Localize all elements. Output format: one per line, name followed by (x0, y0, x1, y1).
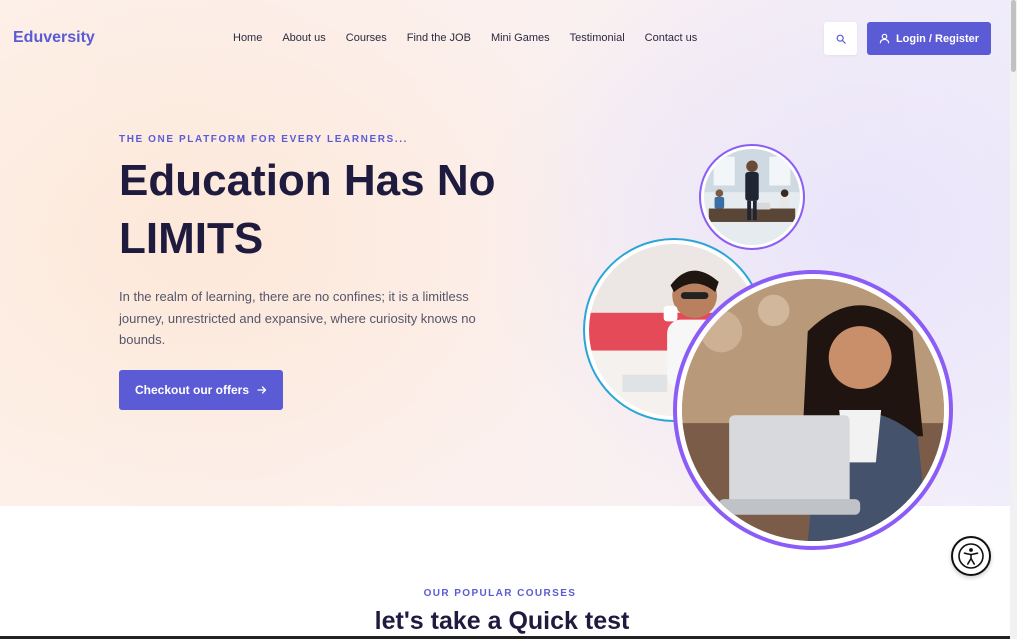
accessibility-button[interactable] (951, 536, 991, 576)
scrollbar-thumb[interactable] (1011, 0, 1016, 72)
user-icon (879, 33, 890, 44)
search-button[interactable] (824, 22, 857, 55)
search-icon (836, 34, 846, 44)
login-register-label: Login / Register (895, 32, 980, 45)
hero-title-line2: LIMITS (119, 214, 264, 263)
hero-description: In the realm of learning, there are no c… (119, 289, 476, 347)
hero-title: Education Has No LIMITS (119, 152, 539, 268)
nav-contact-us[interactable]: Contact us (645, 32, 698, 44)
site-header: Eduversity Home About us Courses Find th… (0, 0, 1010, 78)
hero-title-line1: Education Has No (119, 156, 496, 205)
site-logo[interactable]: Eduversity (13, 29, 95, 47)
login-register-button[interactable]: Login / Register (867, 22, 991, 55)
courses-title: let's take a Quick test (374, 607, 630, 635)
meeting-photo (699, 144, 805, 250)
nav-home[interactable]: Home (233, 32, 262, 44)
hero-eyebrow: THE ONE PLATFORM FOR EVERY LEARNERS... (119, 134, 408, 145)
cta-label: Checkout our offers (134, 383, 249, 397)
courses-eyebrow: OUR POPULAR COURSES (423, 588, 577, 599)
nav-courses[interactable]: Courses (346, 32, 387, 44)
student-laptop-photo (673, 270, 953, 550)
nav-testimonial[interactable]: Testimonial (570, 32, 625, 44)
nav-find-the-job[interactable]: Find the JOB (407, 32, 471, 44)
checkout-offers-button[interactable]: Checkout our offers (119, 370, 283, 410)
accessibility-icon (958, 543, 984, 569)
main-nav: Home About us Courses Find the JOB Mini … (233, 32, 717, 44)
nav-mini-games[interactable]: Mini Games (491, 32, 550, 44)
arrow-right-icon (257, 386, 267, 394)
nav-about-us[interactable]: About us (282, 32, 325, 44)
page-scrollbar[interactable] (1010, 0, 1017, 639)
